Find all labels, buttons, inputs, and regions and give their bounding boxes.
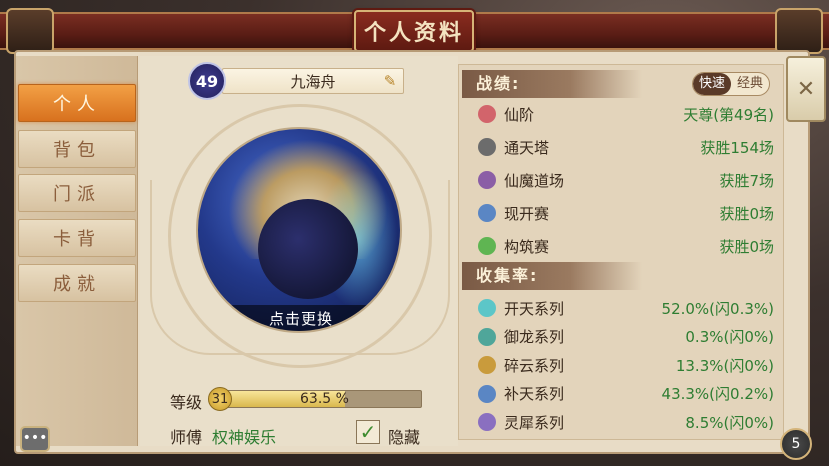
mode-fast-button[interactable]: 快速	[693, 73, 731, 95]
tab-backpack[interactable]: 背包	[18, 130, 136, 168]
collection-label: 碎云系列	[504, 356, 565, 375]
collection-header: 收集率:	[462, 262, 642, 290]
collection-row: 补天系列 43.3%(闪0.2%)	[478, 380, 774, 408]
collection-row: 开天系列 52.0%(闪0.3%)	[478, 294, 774, 322]
record-row: 仙魔道场 获胜7场	[478, 166, 774, 194]
record-row: 仙阶 天尊(第49名)	[478, 100, 774, 128]
corner-ornament-right	[775, 8, 823, 54]
chat-button[interactable]: •••	[20, 426, 50, 452]
collection-label: 灵犀系列	[504, 413, 565, 432]
build-icon	[478, 237, 496, 255]
collection-row: 灵犀系列 8.5%(闪0%)	[478, 408, 774, 436]
record-header: 战绩:	[462, 70, 642, 98]
change-avatar-button[interactable]: 点击更换	[198, 305, 400, 331]
corner-ornament-left	[6, 8, 54, 54]
collection-value: 52.0%(闪0.3%)	[661, 299, 774, 318]
record-value: 获胜7场	[719, 171, 774, 190]
player-name: 九海舟	[222, 68, 404, 94]
demon-icon	[478, 171, 496, 189]
collection-value: 8.5%(闪0%)	[685, 413, 774, 432]
mode-classic-button[interactable]: 经典	[731, 73, 769, 95]
collection-label: 补天系列	[504, 385, 565, 403]
record-value: 获胜0场	[719, 204, 774, 223]
feather-icon	[478, 299, 496, 317]
record-label: 通天塔	[504, 138, 550, 157]
level-badge: 49	[188, 62, 226, 100]
record-label: 现开赛	[504, 204, 550, 223]
record-row: 通天塔 获胜154场	[478, 133, 774, 161]
record-row: 现开赛 获胜0场	[478, 199, 774, 227]
record-value: 获胜0场	[719, 237, 774, 256]
collection-row: 碎云系列 13.3%(闪0%)	[478, 351, 774, 379]
record-value: 获胜154场	[700, 138, 774, 157]
record-row: 构筑赛 获胜0场	[478, 232, 774, 260]
dragon-icon	[478, 327, 496, 346]
master-label: 师傅	[170, 428, 203, 447]
master-name[interactable]: 权神娱乐	[212, 424, 276, 448]
page-title: 个人资料	[354, 10, 474, 52]
collection-label: 开天系列	[504, 299, 565, 318]
phoenix-body-art	[258, 199, 358, 299]
hide-checkbox[interactable]: ✓	[356, 420, 380, 444]
level-number: 31	[208, 387, 232, 411]
record-value: 天尊(第49名)	[683, 105, 774, 124]
record-label: 仙阶	[504, 105, 535, 124]
tower-icon	[478, 138, 496, 156]
star-icon	[478, 105, 496, 123]
page-badge[interactable]: 5	[780, 428, 812, 460]
rhino-icon	[478, 413, 496, 431]
cloud-icon	[478, 356, 496, 374]
edit-name-icon[interactable]: ✎	[380, 72, 400, 90]
collection-value: 13.3%(闪0%)	[675, 356, 774, 375]
collection-label: 御龙系列	[504, 328, 565, 346]
tab-personal[interactable]: 个人	[18, 84, 136, 122]
close-icon: ✕	[796, 76, 816, 102]
hide-label: 隐藏	[388, 428, 421, 447]
sky-icon	[478, 384, 496, 403]
level-label: 等级	[170, 393, 203, 412]
collection-row: 御龙系列 0.3%(闪0%)	[478, 323, 774, 351]
avatar[interactable]: 点击更换	[196, 127, 402, 333]
close-button[interactable]: ✕	[786, 56, 826, 122]
tab-achievement[interactable]: 成就	[18, 264, 136, 302]
chat-icon: •••	[22, 430, 48, 446]
tab-sect[interactable]: 门派	[18, 174, 136, 212]
record-label: 仙魔道场	[504, 171, 565, 190]
collection-value: 0.3%(闪0%)	[685, 328, 774, 346]
collection-value: 43.3%(闪0.2%)	[661, 385, 774, 403]
open-icon	[478, 204, 496, 222]
record-label: 构筑赛	[504, 237, 550, 256]
exp-percent: 63.5 %	[300, 391, 349, 407]
tab-card-back[interactable]: 卡背	[18, 219, 136, 257]
mode-toggle[interactable]: 快速 经典	[692, 72, 770, 96]
